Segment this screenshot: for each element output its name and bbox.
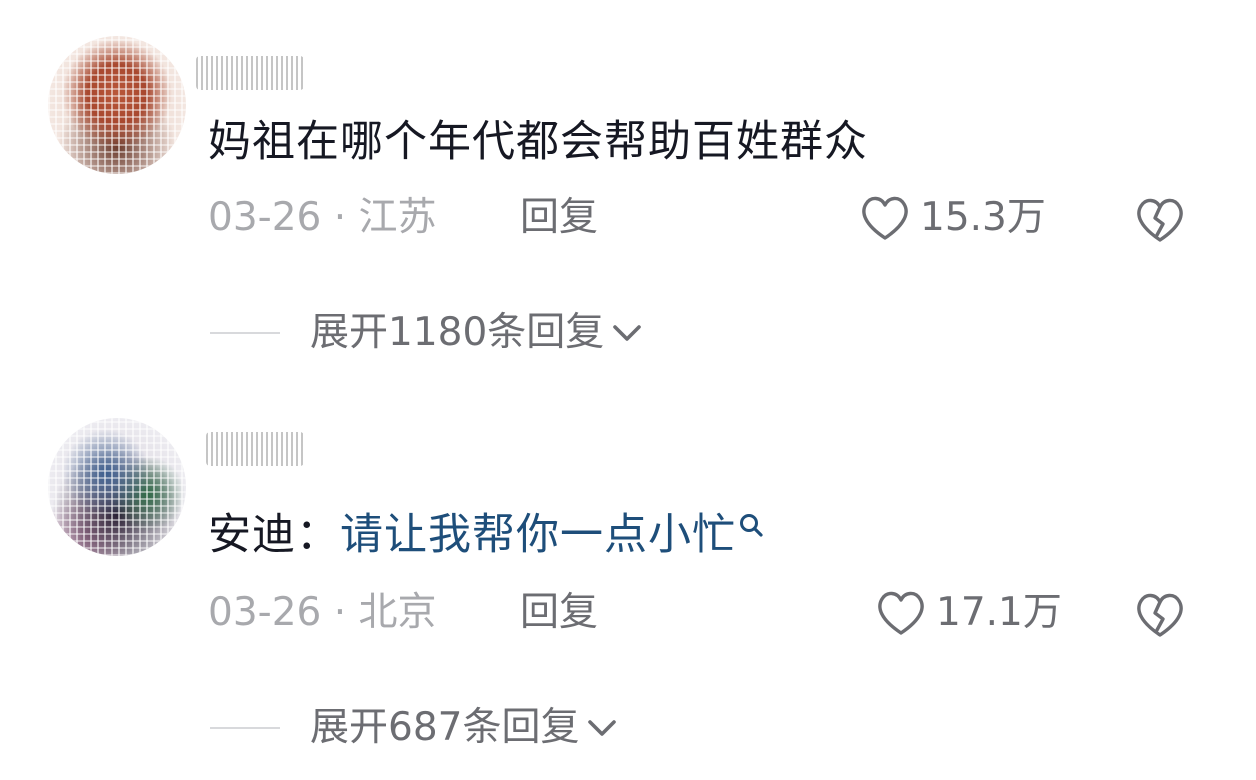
comment-text: 妈祖在哪个年代都会帮助百姓群众 xyxy=(208,117,868,167)
heart-outline-icon xyxy=(862,196,908,240)
broken-heart-icon xyxy=(1137,593,1183,637)
reply-button[interactable]: 回复 xyxy=(520,588,598,638)
broken-heart-icon xyxy=(1137,198,1183,242)
avatar[interactable] xyxy=(48,418,186,556)
comment-meta: 03-26 · 北京 回复 17.1万 xyxy=(208,588,1208,638)
search-keyword-link[interactable]: 请让我帮你一点小忙 xyxy=(340,510,736,560)
chevron-down-icon xyxy=(588,720,617,736)
divider-line xyxy=(210,727,280,729)
expand-replies-label: 展开687条回复 xyxy=(310,705,580,750)
expand-replies-label: 展开1180条回复 xyxy=(310,310,605,355)
like-button[interactable]: 15.3万 xyxy=(858,193,1046,243)
comment-meta: 03-26 · 江苏 回复 15.3万 xyxy=(208,193,1208,243)
comment-prefix: 安迪： xyxy=(208,510,340,560)
divider-line xyxy=(210,332,280,334)
search-icon[interactable] xyxy=(738,512,766,540)
reply-button[interactable]: 回复 xyxy=(520,193,598,243)
avatar[interactable] xyxy=(48,36,186,174)
username-redacted[interactable] xyxy=(196,56,304,90)
expand-replies-button[interactable]: 展开687条回复 xyxy=(210,703,619,753)
like-count: 17.1万 xyxy=(936,590,1062,635)
heart-outline-icon xyxy=(878,591,924,635)
chevron-down-icon xyxy=(613,325,642,341)
expand-replies-button[interactable]: 展开1180条回复 xyxy=(210,308,644,358)
comment-date-location: 03-26 · 北京 xyxy=(208,590,437,635)
like-button[interactable]: 17.1万 xyxy=(874,588,1062,638)
username-redacted[interactable] xyxy=(206,432,304,466)
like-count: 15.3万 xyxy=(920,195,1046,240)
comment-text: 安迪：请让我帮你一点小忙 xyxy=(208,508,766,562)
comment-date-location: 03-26 · 江苏 xyxy=(208,195,437,240)
dislike-button[interactable] xyxy=(1132,195,1188,245)
comment-list: 妈祖在哪个年代都会帮助百姓群众 03-26 · 江苏 回复 15.3万 展开11… xyxy=(0,0,1256,780)
dislike-button[interactable] xyxy=(1132,590,1188,640)
